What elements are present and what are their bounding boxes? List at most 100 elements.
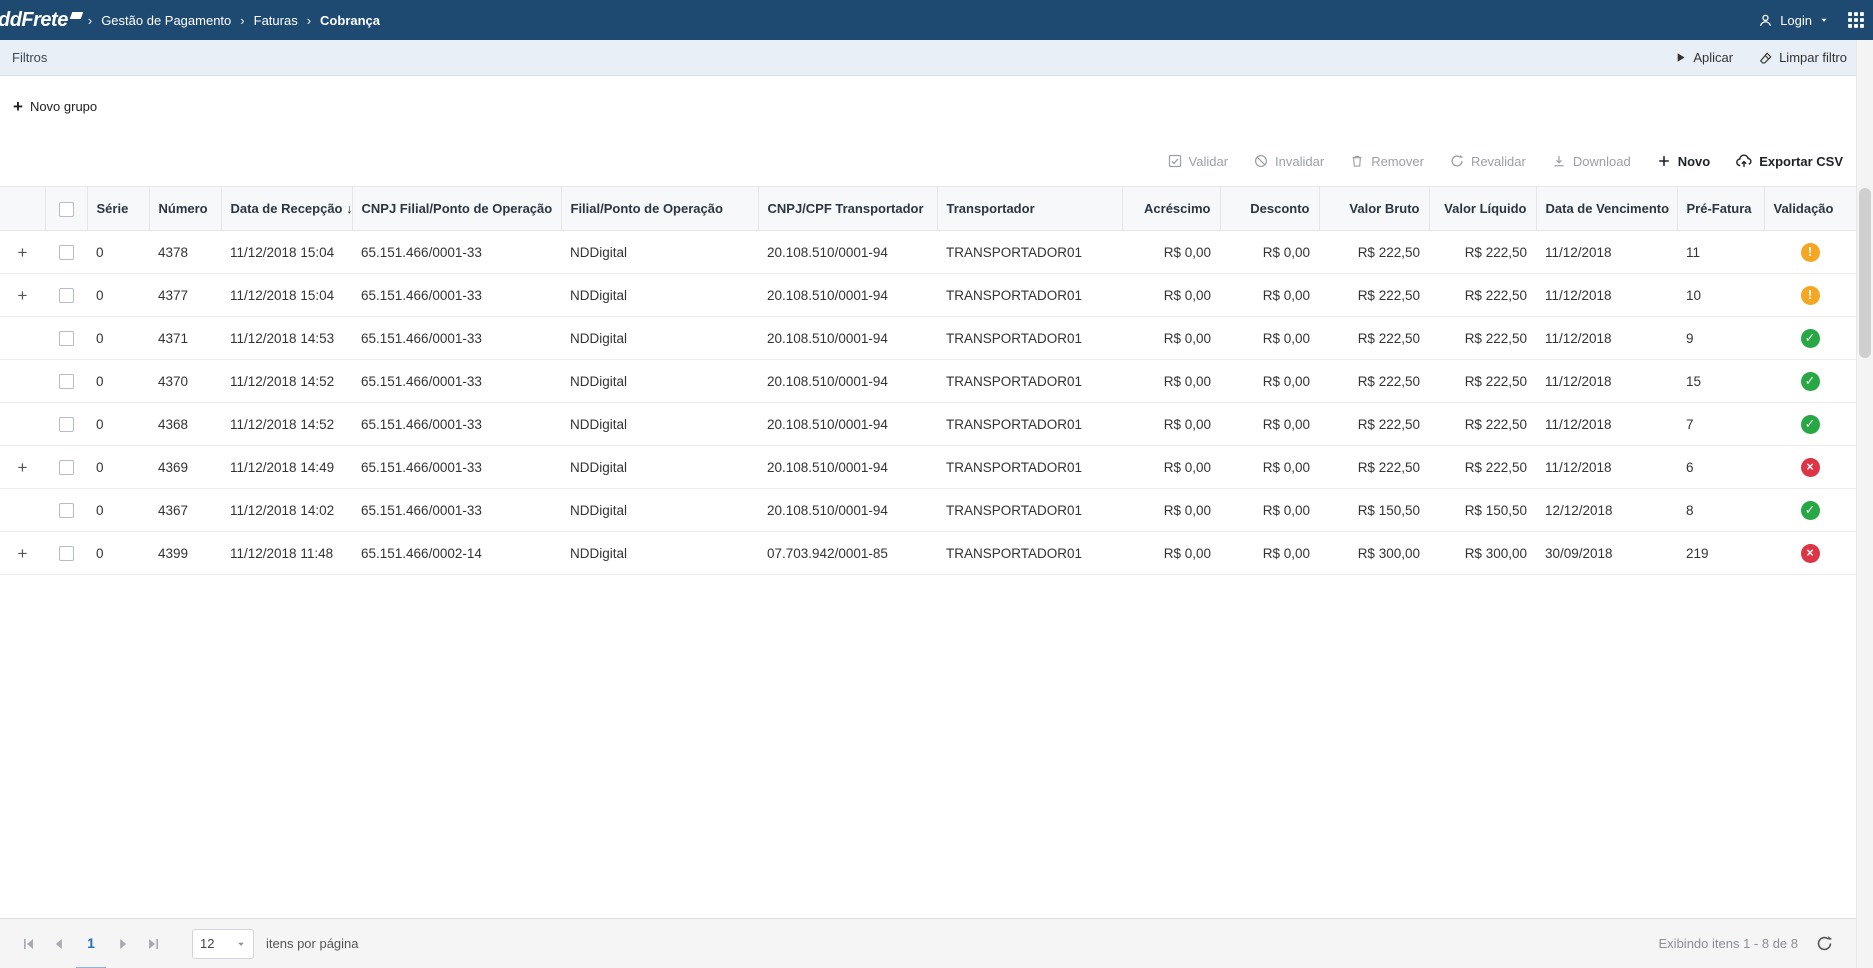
invoice-row[interactable]: +0436911/12/2018 14:4965.151.466/0001-33… <box>0 446 1856 489</box>
prev-page-button[interactable] <box>44 919 74 968</box>
cell-numero: 4369 <box>149 446 221 489</box>
download-button[interactable]: Download <box>1552 154 1631 169</box>
first-page-button[interactable] <box>14 919 44 968</box>
last-page-button[interactable] <box>138 919 168 968</box>
breadcrumb-item[interactable]: Gestão de Pagamento <box>101 13 231 28</box>
column-header-filial[interactable]: Filial/Ponto de Operação <box>561 187 758 231</box>
row-checkbox[interactable] <box>59 288 74 303</box>
breadcrumb: ›Gestão de Pagamento›Faturas›Cobrança <box>88 13 380 28</box>
login-menu[interactable]: Login <box>1758 13 1829 28</box>
cell-acrescimo: R$ 0,00 <box>1122 489 1220 532</box>
validation-success-icon: ✓ <box>1801 501 1820 520</box>
column-header-valor_liquido[interactable]: Valor Líquido <box>1429 187 1536 231</box>
new-group-button[interactable]: + Novo grupo <box>13 98 97 115</box>
refresh-icon[interactable] <box>1816 935 1833 952</box>
tool-label: Revalidar <box>1471 154 1526 169</box>
filter-group-area: + Novo grupo <box>0 76 1873 136</box>
invoice-row[interactable]: +0437711/12/2018 15:0465.151.466/0001-33… <box>0 274 1856 317</box>
page-size-select[interactable]: 12 <box>192 929 254 959</box>
apply-filter-button[interactable]: Aplicar <box>1674 50 1733 65</box>
expand-row-button[interactable]: + <box>18 545 28 562</box>
revalidar-button[interactable]: Revalidar <box>1450 154 1526 169</box>
cell-select <box>45 489 87 532</box>
cell-filial: NDDigital <box>561 446 758 489</box>
column-header-serie[interactable]: Série <box>87 187 149 231</box>
select-all-checkbox[interactable] <box>59 202 74 217</box>
invalidar-button[interactable]: Invalidar <box>1254 154 1324 169</box>
cell-filial: NDDigital <box>561 274 758 317</box>
column-header-numero[interactable]: Número <box>149 187 221 231</box>
vertical-scrollbar[interactable] <box>1856 40 1873 968</box>
sort-desc-icon: ↓ <box>346 201 352 216</box>
cell-vencimento: 11/12/2018 <box>1536 403 1677 446</box>
cell-acrescimo: R$ 0,00 <box>1122 274 1220 317</box>
breadcrumb-item[interactable]: Faturas <box>254 13 298 28</box>
expand-row-button[interactable]: + <box>18 244 28 261</box>
next-page-button[interactable] <box>108 919 138 968</box>
column-header-acrescimo[interactable]: Acréscimo <box>1122 187 1220 231</box>
invoice-row[interactable]: 0437111/12/2018 14:5365.151.466/0001-33N… <box>0 317 1856 360</box>
invoice-row[interactable]: 0437011/12/2018 14:5265.151.466/0001-33N… <box>0 360 1856 403</box>
cell-cnpj_filial: 65.151.466/0001-33 <box>352 403 561 446</box>
exportar-csv-button[interactable]: Exportar CSV <box>1736 153 1843 169</box>
row-checkbox[interactable] <box>59 331 74 346</box>
cell-acrescimo: R$ 0,00 <box>1122 360 1220 403</box>
cell-filial: NDDigital <box>561 317 758 360</box>
filters-title: Filtros <box>12 50 47 65</box>
clear-filter-button[interactable]: Limpar filtro <box>1759 50 1847 65</box>
cell-valor_liquido: R$ 222,50 <box>1429 446 1536 489</box>
cell-acrescimo: R$ 0,00 <box>1122 231 1220 274</box>
cell-serie: 0 <box>87 274 149 317</box>
validation-warning-icon: ! <box>1801 243 1820 262</box>
column-header-valor_bruto[interactable]: Valor Bruto <box>1319 187 1429 231</box>
current-page-button[interactable]: 1 <box>76 919 106 968</box>
cell-serie: 0 <box>87 317 149 360</box>
row-checkbox[interactable] <box>59 374 74 389</box>
cell-select <box>45 532 87 575</box>
invoice-row[interactable]: +0439911/12/2018 11:4865.151.466/0002-14… <box>0 532 1856 575</box>
invoice-row[interactable]: 0436711/12/2018 14:0265.151.466/0001-33N… <box>0 489 1856 532</box>
row-checkbox[interactable] <box>59 460 74 475</box>
cell-desconto: R$ 0,00 <box>1220 489 1319 532</box>
breadcrumb-item[interactable]: Cobrança <box>320 13 380 28</box>
tool-label: Download <box>1573 154 1631 169</box>
row-checkbox[interactable] <box>59 503 74 518</box>
column-header-desconto[interactable]: Desconto <box>1220 187 1319 231</box>
cell-filial: NDDigital <box>561 403 758 446</box>
cell-valor_bruto: R$ 222,50 <box>1319 231 1429 274</box>
cell-desconto: R$ 0,00 <box>1220 446 1319 489</box>
tool-label: Exportar CSV <box>1759 154 1843 169</box>
column-header-vencimento[interactable]: Data de Vencimento <box>1536 187 1677 231</box>
novo-button[interactable]: Novo <box>1657 154 1711 169</box>
apps-icon[interactable] <box>1847 11 1865 29</box>
column-label: Validação <box>1774 201 1834 216</box>
invoice-row[interactable]: +0437811/12/2018 15:0465.151.466/0001-33… <box>0 231 1856 274</box>
cell-acrescimo: R$ 0,00 <box>1122 446 1220 489</box>
download-icon <box>1552 154 1566 168</box>
cell-cnpj_filial: 65.151.466/0001-33 <box>352 489 561 532</box>
row-checkbox[interactable] <box>59 546 74 561</box>
column-header-cnpj_transportador[interactable]: CNPJ/CPF Transportador <box>758 187 937 231</box>
scrollbar-thumb[interactable] <box>1859 188 1871 358</box>
cell-valor_liquido: R$ 222,50 <box>1429 360 1536 403</box>
filters-bar: Filtros Aplicar Limpar filtro <box>0 40 1873 76</box>
cell-transportador: TRANSPORTADOR01 <box>937 360 1122 403</box>
invoice-row[interactable]: 0436811/12/2018 14:5265.151.466/0001-33N… <box>0 403 1856 446</box>
cell-serie: 0 <box>87 489 149 532</box>
cell-vencimento: 11/12/2018 <box>1536 360 1677 403</box>
row-checkbox[interactable] <box>59 417 74 432</box>
expand-row-button[interactable]: + <box>18 287 28 304</box>
column-header-transportador[interactable]: Transportador <box>937 187 1122 231</box>
remover-button[interactable]: Remover <box>1350 154 1424 169</box>
column-header-validacao[interactable]: Validação <box>1764 187 1856 231</box>
expand-row-button[interactable]: + <box>18 459 28 476</box>
validar-button[interactable]: Validar <box>1168 154 1229 169</box>
column-header-pre_fatura[interactable]: Pré-Fatura <box>1677 187 1764 231</box>
column-header-recepcao[interactable]: Data de Recepção ↓ <box>221 187 352 231</box>
row-checkbox[interactable] <box>59 245 74 260</box>
app-logo: ddFrete <box>0 9 86 32</box>
tool-label: Validar <box>1189 154 1229 169</box>
validation-error-icon: × <box>1801 544 1820 563</box>
cell-cnpj_filial: 65.151.466/0001-33 <box>352 360 561 403</box>
column-header-cnpj_filial[interactable]: CNPJ Filial/Ponto de Operação <box>352 187 561 231</box>
